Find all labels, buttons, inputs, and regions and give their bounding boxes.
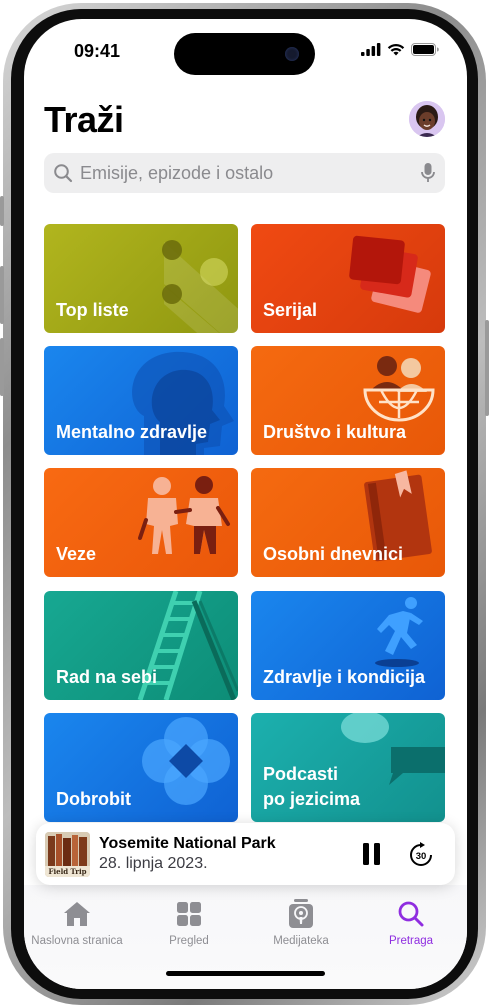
category-label: Mentalno zdravlje <box>56 422 208 442</box>
pause-button[interactable] <box>360 841 384 867</box>
category-label: Dobrobit <box>56 789 131 809</box>
search-icon <box>398 901 424 927</box>
search-input[interactable] <box>80 153 410 193</box>
battery-icon <box>411 43 439 56</box>
page-title: Traži <box>44 99 124 140</box>
category-label: Zdravlje i kondicija <box>263 667 426 687</box>
wifi-icon <box>387 43 405 56</box>
category-label: Veze <box>56 544 97 564</box>
episode-artwork: Field Trip <box>45 832 90 877</box>
category-card-podcasti-po-jezicima[interactable]: Podcasti po jezicima <box>251 713 445 822</box>
category-card-top-liste[interactable]: Top liste <box>44 224 238 333</box>
category-card-mentalno-zdravlje[interactable]: Mentalno zdravlje <box>44 346 238 455</box>
status-icons <box>361 43 439 56</box>
screen: 09:41 Traži Emisije, epizode i ostalo To… <box>24 19 467 989</box>
skip-forward-30-button[interactable]: 30 <box>408 842 434 868</box>
category-label: Serijal <box>263 300 318 320</box>
tab-pregled[interactable]: Pregled <box>134 899 244 947</box>
category-label: Društvo i kultura <box>263 422 407 442</box>
category-label: Osobni dnevnici <box>263 544 404 564</box>
category-label: Rad na sebi <box>56 667 158 687</box>
category-card-dobrobit[interactable]: Dobrobit <box>44 713 238 822</box>
tab-naslovna-stranica[interactable]: Naslovna stranica <box>24 899 132 947</box>
artwork-text: Field Trip <box>48 867 87 876</box>
category-card-serijal[interactable]: Serijal <box>251 224 445 333</box>
episode-title: Yosemite National Park <box>99 835 276 852</box>
category-label: Podcasti po jezicima <box>263 764 361 809</box>
tab-label: Medijateka <box>273 935 329 947</box>
grid-icon <box>177 902 201 926</box>
category-card-rad-na-sebi[interactable]: Rad na sebi <box>44 591 238 700</box>
category-card-drustvo-i-kultura[interactable]: Društvo i kultura <box>251 346 445 455</box>
side-button-power <box>485 320 489 416</box>
status-time: 09:41 <box>74 41 121 61</box>
magnifier-icon <box>54 164 73 183</box>
episode-date: 28. lipnja 2023. <box>99 855 208 872</box>
avatar[interactable] <box>409 101 445 137</box>
memoji-icon <box>409 101 445 137</box>
side-button-volume-down <box>0 338 4 396</box>
tab-label: Pregled <box>169 935 209 947</box>
cellular-signal-icon <box>361 43 381 56</box>
category-label: Top liste <box>56 300 129 320</box>
camera-icon <box>285 47 299 61</box>
microphone-icon[interactable] <box>421 162 435 184</box>
mini-player[interactable]: Field Trip Yosemite National Park 28. li… <box>36 823 455 885</box>
tab-label: Pretraga <box>388 935 434 947</box>
side-button-volume-up <box>0 266 4 324</box>
category-card-veze[interactable]: Veze <box>44 468 238 577</box>
dynamic-island <box>174 33 315 75</box>
side-button-action <box>0 196 4 226</box>
svg-text:30: 30 <box>416 851 427 862</box>
home-icon <box>64 902 90 926</box>
tab-pretraga[interactable]: Pretraga <box>356 899 466 947</box>
category-card-zdravlje-i-kondicija[interactable]: Zdravlje i kondicija <box>251 591 445 700</box>
search-bar[interactable] <box>44 153 445 193</box>
library-icon <box>289 899 313 928</box>
tab-medijateka[interactable]: Medijateka <box>246 899 356 947</box>
tab-label: Naslovna stranica <box>31 935 123 947</box>
home-indicator[interactable] <box>166 971 325 976</box>
category-card-osobni-dnevnici[interactable]: Osobni dnevnici <box>251 468 445 577</box>
